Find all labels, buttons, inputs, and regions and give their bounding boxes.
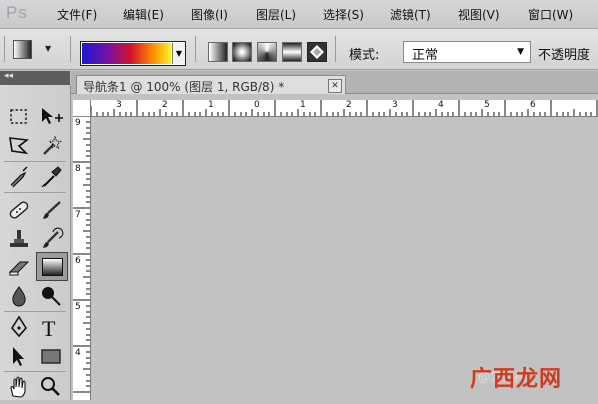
options-divider <box>335 36 336 62</box>
hand-tool-icon[interactable] <box>6 374 32 400</box>
ruler-label: 5 <box>484 100 490 110</box>
move-tool-icon[interactable] <box>38 104 64 130</box>
diamond-gradient-icon <box>310 45 324 59</box>
ruler-label: 5 <box>75 302 81 312</box>
mode-value: 正常 <box>412 48 439 63</box>
eyedropper-tool-icon[interactable] <box>38 164 64 190</box>
ruler-label: 1 <box>300 100 306 110</box>
healing-brush-tool-icon[interactable] <box>6 197 32 223</box>
linear-gradient-button[interactable] <box>208 42 228 62</box>
svg-text:T: T <box>42 316 56 340</box>
chevron-down-icon[interactable]: ▼ <box>172 43 185 64</box>
crop-tool-icon[interactable] <box>6 164 32 190</box>
app-logo: Ps <box>6 3 28 22</box>
radial-gradient-button[interactable] <box>232 42 252 62</box>
close-icon[interactable]: ✕ <box>328 79 342 93</box>
canvas-area[interactable] <box>91 117 598 400</box>
ruler-label: 4 <box>438 100 444 110</box>
mode-label: 模式: <box>349 48 380 63</box>
menu-file[interactable]: 文件(F) <box>57 6 97 23</box>
dodge-tool-icon[interactable] <box>38 283 64 309</box>
gradient-preview[interactable] <box>82 43 171 64</box>
menu-filter[interactable]: 滤镜(T) <box>390 6 431 23</box>
toolbox-divider <box>4 161 66 162</box>
menu-window[interactable]: 窗口(W) <box>528 6 573 23</box>
ruler-label: 3 <box>116 100 122 110</box>
angle-gradient-button[interactable] <box>257 42 277 62</box>
ruler-label: 9 <box>75 118 81 128</box>
gradient-picker[interactable]: ▼ <box>80 41 186 66</box>
lasso-tool-icon[interactable] <box>6 133 32 159</box>
menu-edit[interactable]: 编辑(E) <box>123 6 164 23</box>
ruler-label: 7 <box>75 210 81 220</box>
options-divider <box>4 36 5 62</box>
ruler-label: 3 <box>392 100 398 110</box>
document-title: 导航条1 @ 100% (图层 1, RGB/8) * <box>83 80 285 94</box>
watermark: 广西龙网 <box>470 367 563 392</box>
options-divider <box>70 36 71 62</box>
type-tool-icon[interactable]: T <box>38 314 64 341</box>
toolbox-divider <box>4 311 66 312</box>
ruler-label: 2 <box>346 100 352 110</box>
magic-wand-tool-icon[interactable] <box>38 133 64 159</box>
eraser-tool-icon[interactable] <box>6 254 32 280</box>
clone-stamp-tool-icon[interactable] <box>6 226 32 252</box>
ruler-label: 2 <box>162 100 168 110</box>
marquee-tool-icon[interactable] <box>6 104 32 130</box>
reflected-gradient-button[interactable] <box>282 42 302 62</box>
menu-image[interactable]: 图像(I) <box>191 6 228 23</box>
ruler-label: 6 <box>75 256 81 266</box>
ruler-label: 8 <box>75 164 81 174</box>
history-brush-tool-icon[interactable] <box>38 226 64 252</box>
gradient-swatch-icon <box>42 258 63 276</box>
opacity-label: 不透明度 <box>538 48 591 63</box>
gradient-tool-icon <box>13 40 32 59</box>
mode-select[interactable]: 正常 ▼ <box>403 41 531 63</box>
document-tab[interactable]: 导航条1 @ 100% (图层 1, RGB/8) * ✕ <box>76 75 346 94</box>
brush-tool-icon[interactable] <box>38 197 64 223</box>
menu-select[interactable]: 选择(S) <box>323 6 364 23</box>
ruler-label: 0 <box>254 100 260 110</box>
menu-view[interactable]: 视图(V) <box>458 6 500 23</box>
collapse-arrows-icon[interactable]: ◂◂ <box>4 71 13 81</box>
pen-tool-icon[interactable] <box>6 314 32 340</box>
tool-preset-picker[interactable]: ▼ <box>8 36 62 62</box>
chevron-down-icon: ▼ <box>45 44 52 53</box>
ruler-label: 1 <box>208 100 214 110</box>
zoom-tool-icon[interactable] <box>38 374 64 400</box>
toolbox-divider <box>4 371 66 372</box>
diamond-gradient-button[interactable] <box>307 42 327 62</box>
rectangle-tool-icon[interactable] <box>38 343 64 369</box>
blur-tool-icon[interactable] <box>6 283 32 309</box>
menu-layer[interactable]: 图层(L) <box>256 6 296 23</box>
ruler-label: 6 <box>530 100 536 110</box>
ruler-corner <box>73 100 91 117</box>
ruler-label: 4 <box>75 348 81 358</box>
options-divider <box>195 36 196 62</box>
path-selection-tool-icon[interactable] <box>6 343 32 369</box>
chevron-down-icon: ▼ <box>517 47 524 57</box>
gradient-tool-icon[interactable] <box>36 252 68 281</box>
toolbox-divider <box>4 192 66 193</box>
